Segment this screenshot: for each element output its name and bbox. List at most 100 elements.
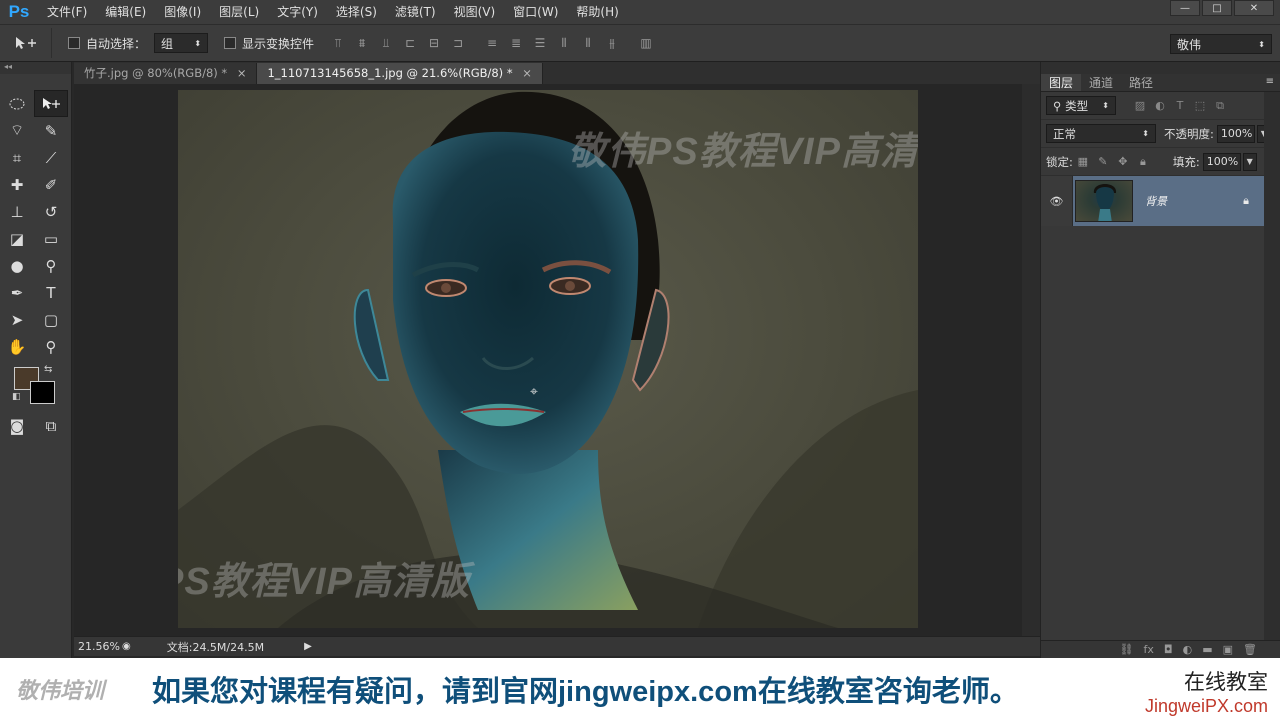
filter-pixel-icon[interactable]: ▨ xyxy=(1130,99,1150,112)
auto-select-dropdown[interactable]: 组 ⬍ xyxy=(154,33,209,53)
quick-mask-icon[interactable]: ◙ xyxy=(0,412,34,439)
menu-type[interactable]: 文字(Y) xyxy=(268,0,327,24)
layer-filter-dropdown[interactable]: ⚲ 类型 ⬍ xyxy=(1046,96,1116,115)
visibility-eye-icon[interactable]: 👁︎ xyxy=(1041,176,1073,226)
restore-button[interactable]: □ xyxy=(1202,0,1232,16)
eraser-icon[interactable]: ◪ xyxy=(0,225,34,252)
menu-layer[interactable]: 图层(L) xyxy=(210,0,268,24)
spot-healing-icon[interactable]: ✚ xyxy=(0,171,34,198)
canvas-area[interactable]: 敬伟PS教程VIP高清版 敬伟PS教程VIP高清版 ⌖ xyxy=(74,84,1022,636)
lock-position-icon[interactable]: ✥ xyxy=(1113,155,1133,168)
zoom-level[interactable]: 21.56% xyxy=(74,640,122,653)
default-colors-icon[interactable]: ◧ xyxy=(12,392,21,402)
gradient-icon[interactable]: ▭ xyxy=(34,225,68,252)
move-tool-icon[interactable] xyxy=(34,90,68,117)
blend-mode-dropdown[interactable]: 正常 ⬍ xyxy=(1046,124,1156,143)
align-right-icon[interactable]: ⊐ xyxy=(448,33,468,53)
new-layer-icon[interactable]: ▣ xyxy=(1223,643,1233,656)
workspace-dropdown[interactable]: 敬伟 ⬍ xyxy=(1170,34,1272,54)
rectangle-shape-icon[interactable]: ▢ xyxy=(34,306,68,333)
toolbar-collapse-icon[interactable]: ◂◂ xyxy=(0,62,71,74)
distribute-right-icon[interactable]: ⫵ xyxy=(602,33,622,53)
fill-slider-arrow-icon[interactable]: ▼ xyxy=(1242,152,1257,171)
auto-select-checkbox[interactable] xyxy=(68,37,80,49)
quick-selection-icon[interactable]: ✎ xyxy=(34,117,68,144)
type-tool-icon[interactable]: T xyxy=(34,279,68,306)
filter-smart-object-icon[interactable]: ⧉ xyxy=(1210,99,1230,113)
align-vcenter-icon[interactable]: ⩩ xyxy=(352,33,372,53)
tab-bamboo[interactable]: 竹子.jpg @ 80%(RGB/8) * × xyxy=(74,63,258,84)
menu-view[interactable]: 视图(V) xyxy=(445,0,505,24)
delete-layer-icon[interactable]: 🗑︎ xyxy=(1243,643,1257,656)
lock-transparent-icon[interactable]: ▦ xyxy=(1073,155,1093,168)
swap-colors-icon[interactable]: ⇆ xyxy=(44,364,52,375)
polygonal-lasso-icon[interactable]: ⌔ xyxy=(0,117,34,144)
zoom-tool-icon[interactable]: ⚲ xyxy=(34,333,68,360)
clone-stamp-icon[interactable]: ⊥ xyxy=(0,198,34,225)
menu-filter[interactable]: 滤镜(T) xyxy=(386,0,445,24)
menu-bar: Ps 文件(F) 编辑(E) 图像(I) 图层(L) 文字(Y) 选择(S) 滤… xyxy=(0,0,1280,24)
minimize-button[interactable]: — xyxy=(1170,0,1200,16)
hand-tool-icon[interactable]: ✋ xyxy=(0,333,34,360)
lock-all-icon[interactable]: 🔒︎ xyxy=(1133,155,1153,169)
tab-paths[interactable]: 路径 xyxy=(1121,74,1161,91)
canvas-vertical-scrollbar[interactable] xyxy=(1022,84,1040,636)
filter-shape-icon[interactable]: ⬚ xyxy=(1190,99,1210,112)
close-button[interactable]: ✕ xyxy=(1234,0,1274,16)
menu-select[interactable]: 选择(S) xyxy=(327,0,386,24)
distribute-top-icon[interactable]: ≡ xyxy=(482,33,502,53)
filter-type-icon[interactable]: T xyxy=(1170,99,1190,112)
close-tab-icon[interactable]: × xyxy=(522,66,532,80)
align-top-icon[interactable]: ⫪ xyxy=(328,33,348,53)
distribute-bottom-icon[interactable]: ☰ xyxy=(530,33,550,53)
crop-icon[interactable]: ⌗ xyxy=(0,144,34,171)
distribute-left-icon[interactable]: ⫴ xyxy=(554,33,574,53)
status-menu-arrow-icon[interactable]: ▶ xyxy=(304,641,312,652)
menu-help[interactable]: 帮助(H) xyxy=(567,0,627,24)
panel-collapse-bar[interactable] xyxy=(1041,62,1280,74)
distribute-hcenter-icon[interactable]: ⦀ xyxy=(578,33,598,53)
fill-field[interactable]: 100% xyxy=(1202,152,1241,171)
blur-icon[interactable]: ● xyxy=(0,252,34,279)
document-canvas[interactable]: 敬伟PS教程VIP高清版 敬伟PS教程VIP高清版 xyxy=(178,90,918,628)
document-size: 文档:24.5M/24.5M xyxy=(166,640,265,654)
link-layers-icon[interactable]: ⛓ xyxy=(1120,643,1134,656)
new-group-icon[interactable]: ▬ xyxy=(1202,643,1212,656)
tab-portrait[interactable]: 1_110713145658_1.jpg @ 21.6%(RGB/8) * × xyxy=(257,63,543,84)
eyedropper-icon[interactable]: ⟋ xyxy=(34,144,68,171)
align-left-icon[interactable]: ⊏ xyxy=(400,33,420,53)
menu-window[interactable]: 窗口(W) xyxy=(504,0,567,24)
layer-style-fx-icon[interactable]: fx xyxy=(1144,643,1154,656)
distribute-vcenter-icon[interactable]: ≣ xyxy=(506,33,526,53)
pen-icon[interactable]: ✒ xyxy=(0,279,34,306)
layers-scrollbar[interactable] xyxy=(1264,92,1280,640)
opacity-field[interactable]: 100% xyxy=(1216,124,1255,143)
filter-adjustment-icon[interactable]: ◐ xyxy=(1150,99,1170,112)
menu-file[interactable]: 文件(F) xyxy=(38,0,96,24)
add-mask-icon[interactable]: ◘ xyxy=(1164,643,1173,656)
close-tab-icon[interactable]: × xyxy=(237,66,247,80)
auto-align-icon[interactable]: ▥ xyxy=(636,33,656,53)
dodge-icon[interactable]: ⚲ xyxy=(34,252,68,279)
align-bottom-icon[interactable]: ⫫ xyxy=(376,33,396,53)
align-hcenter-icon[interactable]: ⊟ xyxy=(424,33,444,53)
background-color-swatch[interactable] xyxy=(30,381,55,404)
screen-mode-icon[interactable]: ⧉ xyxy=(34,412,68,439)
move-tool-preset-icon[interactable] xyxy=(0,28,52,58)
tab-layers[interactable]: 图层 xyxy=(1041,74,1082,91)
panel-menu-icon[interactable]: ≡ xyxy=(1266,76,1274,87)
layer-row-background[interactable]: 👁︎ 背景 🔒︎ xyxy=(1041,176,1265,226)
menu-edit[interactable]: 编辑(E) xyxy=(96,0,155,24)
path-selection-icon[interactable]: ➤ xyxy=(0,306,34,333)
banner-online-classroom: 在线教室 xyxy=(1184,671,1268,694)
history-brush-icon[interactable]: ↺ xyxy=(34,198,68,225)
lock-image-icon[interactable]: ✎ xyxy=(1093,155,1113,168)
menu-image[interactable]: 图像(I) xyxy=(155,0,210,24)
elliptical-marquee-icon[interactable] xyxy=(0,90,34,117)
status-info-icon[interactable]: ◉ xyxy=(122,641,131,652)
adjustment-layer-icon[interactable]: ◐ xyxy=(1183,643,1193,656)
brush-icon[interactable]: ✐ xyxy=(34,171,68,198)
tab-channels[interactable]: 通道 xyxy=(1081,74,1121,91)
show-transform-checkbox[interactable] xyxy=(224,37,237,49)
lock-label: 锁定: xyxy=(1046,154,1073,169)
